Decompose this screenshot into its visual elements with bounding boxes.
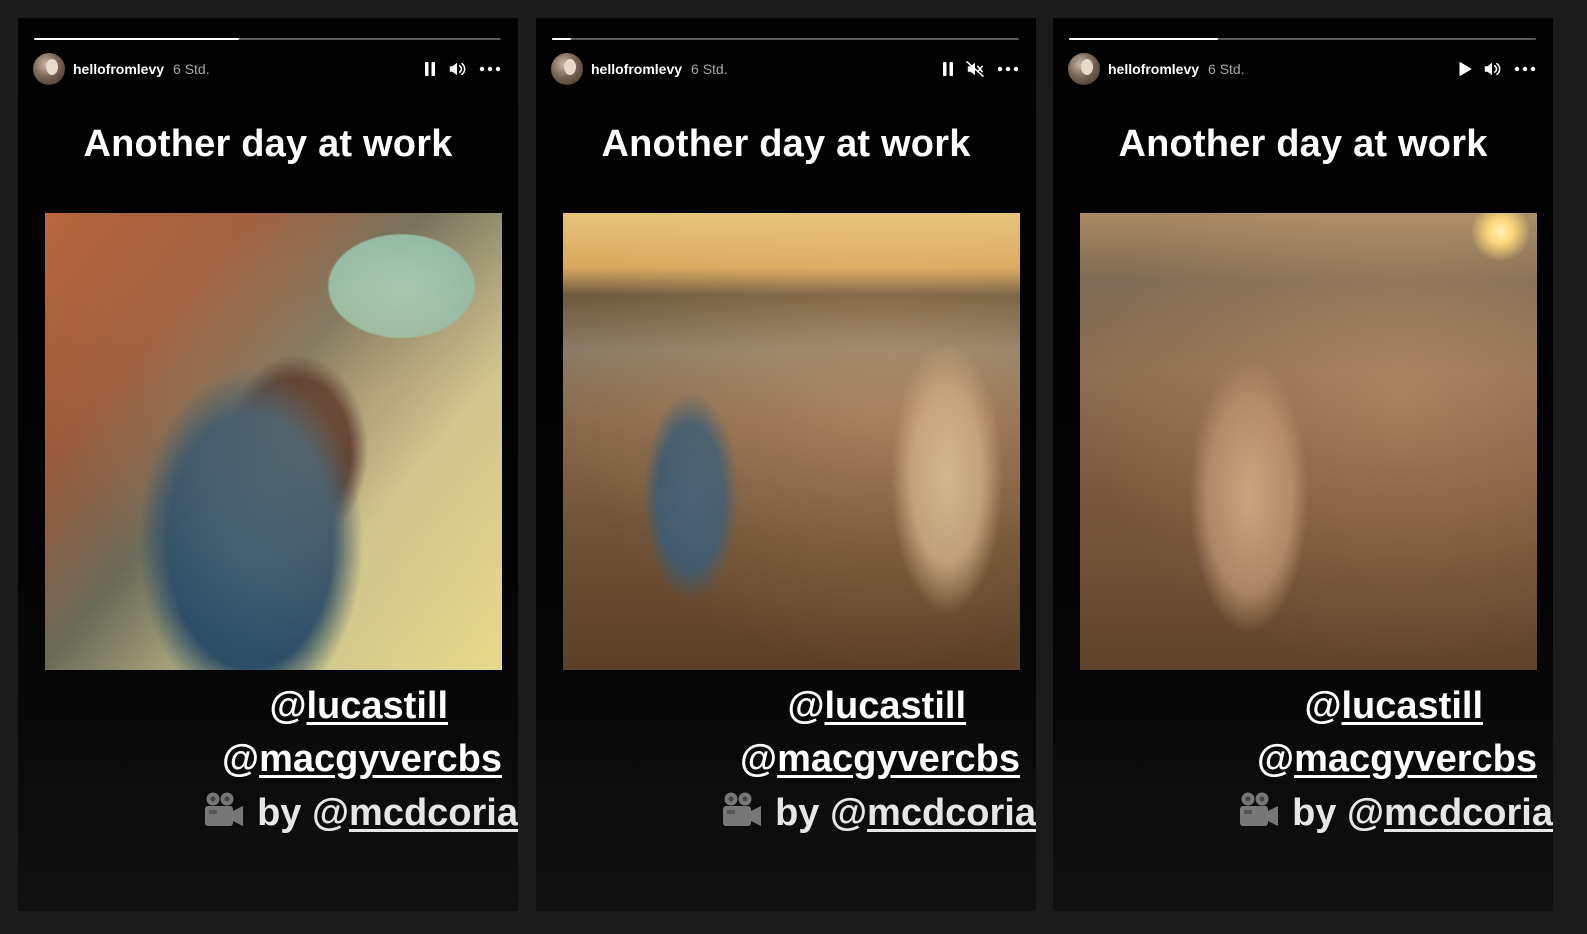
progress-bar bbox=[552, 38, 1019, 40]
username[interactable]: hellofromlevy bbox=[1108, 61, 1199, 77]
pause-icon[interactable] bbox=[421, 60, 439, 78]
camera-icon bbox=[1238, 791, 1280, 839]
timestamp: 6 Std. bbox=[173, 61, 210, 77]
mention-mcdcoria[interactable]: by @mcdcoria bbox=[1238, 791, 1553, 839]
mention-macgyvercbs[interactable]: @macgyvercbs bbox=[1257, 738, 1537, 781]
mention-handle: macgyvercbs bbox=[1294, 738, 1537, 780]
story-card[interactable]: hellofromlevy 6 Std. Another day at work… bbox=[1053, 18, 1553, 911]
playback-controls bbox=[421, 53, 502, 85]
story-title: Another day at work bbox=[1118, 123, 1488, 165]
camera-icon bbox=[203, 791, 245, 839]
username[interactable]: hellofromlevy bbox=[591, 61, 682, 77]
more-options-icon[interactable] bbox=[996, 60, 1020, 78]
avatar[interactable] bbox=[551, 53, 583, 85]
story-title: Another day at work bbox=[83, 123, 453, 165]
mention-handle: macgyvercbs bbox=[259, 738, 502, 780]
stories-viewer: hellofromlevy 6 Std. Another day at work… bbox=[0, 0, 1587, 934]
credit-by: by @ bbox=[1292, 792, 1385, 834]
sound-on-icon[interactable] bbox=[1483, 60, 1501, 78]
credit-handle: mcdcoria bbox=[349, 792, 518, 834]
progress-fill bbox=[1069, 38, 1219, 40]
playback-controls bbox=[1456, 53, 1537, 85]
mention-at: @ bbox=[222, 738, 260, 780]
mention-handle: lucastill bbox=[306, 685, 449, 727]
progress-fill bbox=[34, 38, 240, 40]
progress-bar bbox=[1069, 38, 1536, 40]
playback-controls bbox=[939, 53, 1020, 85]
more-options-icon[interactable] bbox=[1513, 60, 1537, 78]
mention-macgyvercbs[interactable]: @macgyvercbs bbox=[222, 738, 502, 781]
story-header: hellofromlevy 6 Std. bbox=[33, 53, 502, 85]
mention-at: @ bbox=[787, 685, 825, 727]
credit-handle: mcdcoria bbox=[867, 792, 1036, 834]
credit-by: by @ bbox=[775, 792, 868, 834]
play-icon[interactable] bbox=[1456, 60, 1474, 78]
mention-at: @ bbox=[1304, 685, 1342, 727]
avatar[interactable] bbox=[1068, 53, 1100, 85]
pause-icon[interactable] bbox=[939, 60, 957, 78]
progress-fill bbox=[552, 38, 571, 40]
story-header: hellofromlevy 6 Std. bbox=[1068, 53, 1537, 85]
story-card[interactable]: hellofromlevy 6 Std. Another day at work… bbox=[18, 18, 518, 911]
progress-bar bbox=[34, 38, 501, 40]
credit-handle: mcdcoria bbox=[1384, 792, 1553, 834]
mention-macgyvercbs[interactable]: @macgyvercbs bbox=[740, 738, 1020, 781]
mention-lucastill[interactable]: @lucastill bbox=[1304, 685, 1483, 728]
story-video[interactable] bbox=[1080, 213, 1537, 670]
mention-lucastill[interactable]: @lucastill bbox=[787, 685, 966, 728]
mention-mcdcoria[interactable]: by @mcdcoria bbox=[721, 791, 1036, 839]
more-options-icon[interactable] bbox=[478, 60, 502, 78]
mention-at: @ bbox=[269, 685, 307, 727]
story-video[interactable] bbox=[45, 213, 502, 670]
timestamp: 6 Std. bbox=[1208, 61, 1245, 77]
mention-handle: lucastill bbox=[824, 685, 967, 727]
sound-on-icon[interactable] bbox=[448, 60, 466, 78]
mention-handle: macgyvercbs bbox=[777, 738, 1020, 780]
story-video[interactable] bbox=[563, 213, 1020, 670]
credit-by: by @ bbox=[257, 792, 350, 834]
mention-at: @ bbox=[740, 738, 778, 780]
muted-icon[interactable] bbox=[966, 60, 984, 78]
mention-at: @ bbox=[1257, 738, 1295, 780]
username[interactable]: hellofromlevy bbox=[73, 61, 164, 77]
mention-lucastill[interactable]: @lucastill bbox=[269, 685, 448, 728]
mention-handle: lucastill bbox=[1341, 685, 1484, 727]
story-card[interactable]: hellofromlevy 6 Std. Another day at work… bbox=[536, 18, 1036, 911]
story-header: hellofromlevy 6 Std. bbox=[551, 53, 1020, 85]
camera-icon bbox=[721, 791, 763, 839]
timestamp: 6 Std. bbox=[691, 61, 728, 77]
story-title: Another day at work bbox=[601, 123, 971, 165]
avatar[interactable] bbox=[33, 53, 65, 85]
mention-mcdcoria[interactable]: by @mcdcoria bbox=[203, 791, 518, 839]
